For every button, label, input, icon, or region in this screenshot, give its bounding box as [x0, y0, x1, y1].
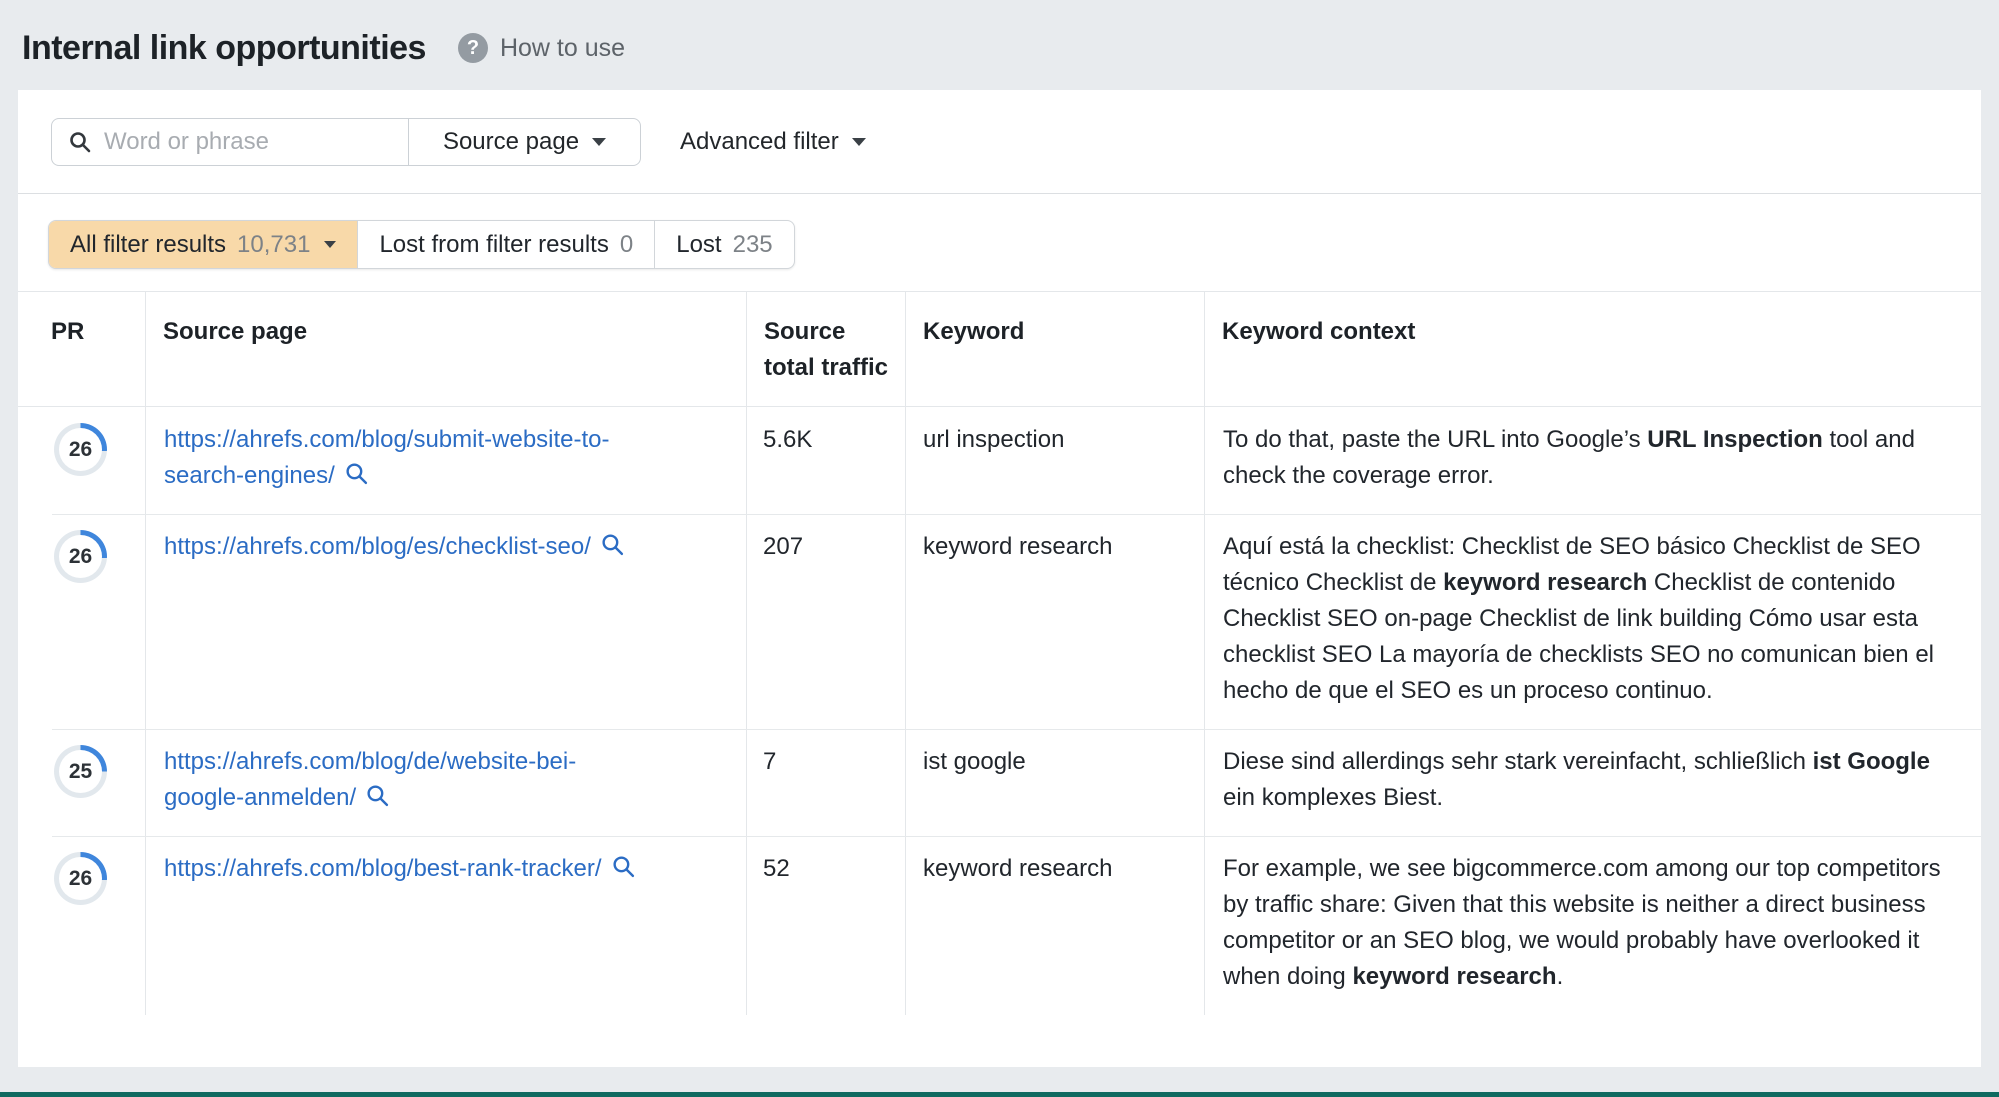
- context-text: For example, we see bigcommerce.com amon…: [1223, 855, 1941, 990]
- question-circle-icon: ?: [457, 33, 488, 63]
- keyword-value: keyword research: [923, 533, 1113, 560]
- keyword-value: ist google: [923, 748, 1026, 775]
- col-header-source-page: Source page: [145, 292, 746, 406]
- how-to-use-label: How to use: [499, 33, 626, 62]
- context-highlight: URL Inspection: [1647, 426, 1823, 453]
- col-header-keyword: Keyword: [905, 292, 1204, 406]
- table-body: 26 https://ahrefs.com/blog/submit-websit…: [18, 407, 1981, 1015]
- source-page-cell: https://ahrefs.com/blog/es/checklist-seo…: [145, 514, 746, 729]
- caret-down-icon: [324, 241, 337, 248]
- col-header-source-total-traffic: Source total traffic: [746, 292, 905, 406]
- context-text: .: [1556, 963, 1564, 990]
- caret-down-icon: [851, 137, 866, 146]
- keyword-context-cell: Aquí está la checklist: Checklist de SEO…: [1204, 514, 1981, 729]
- tab-count: 0: [619, 230, 634, 258]
- advanced-filter-button[interactable]: Advanced filter: [680, 128, 866, 156]
- source-page-link[interactable]: https://ahrefs.com/blog/submit-website-t…: [164, 426, 610, 489]
- results-panel: All filter results 10,731 Lost from filt…: [18, 194, 1981, 1067]
- caret-down-icon: [592, 137, 607, 146]
- keyword-cell: keyword research: [905, 836, 1204, 1015]
- tab-count: 10,731: [237, 230, 311, 258]
- keyword-context-cell: For example, we see bigcommerce.com amon…: [1204, 836, 1981, 1015]
- pr-score-ring: 26: [54, 852, 107, 905]
- source-total-traffic-cell: 52: [746, 836, 905, 1015]
- inspect-page-icon[interactable]: [600, 532, 625, 557]
- pr-cell: 25: [18, 729, 145, 836]
- source-page-link[interactable]: https://ahrefs.com/blog/es/checklist-seo…: [164, 533, 591, 560]
- table-header-row: PR Source page Source total traffic Keyw…: [18, 291, 1981, 407]
- tab-label: Lost from filter results: [379, 230, 609, 258]
- keyword-cell: keyword research: [905, 514, 1204, 729]
- inspect-page-icon[interactable]: [365, 783, 390, 808]
- pr-cell: 26: [18, 836, 145, 1015]
- keyword-cell: ist google: [905, 729, 1204, 836]
- context-highlight: keyword research: [1443, 569, 1648, 596]
- context-highlight: ist Google: [1812, 748, 1930, 775]
- search-box: [52, 119, 408, 165]
- pr-cell: 26: [18, 514, 145, 729]
- source-total-traffic-cell: 5.6K: [746, 407, 905, 514]
- source-total-traffic-cell: 7: [746, 729, 905, 836]
- inspect-page-icon[interactable]: [611, 854, 636, 879]
- scope-selected-value: Source page: [442, 127, 580, 155]
- context-text: Diese sind allerdings sehr stark vereinf…: [1223, 748, 1813, 775]
- traffic-value: 7: [763, 748, 777, 775]
- result-tab-group: All filter results 10,731 Lost from filt…: [48, 220, 795, 269]
- tab-all-filter-results[interactable]: All filter results 10,731: [49, 221, 358, 268]
- pr-score-value: 26: [59, 857, 102, 900]
- source-page-cell: https://ahrefs.com/blog/submit-website-t…: [145, 407, 746, 514]
- magnifier-icon: [70, 131, 91, 152]
- table-row: 26 https://ahrefs.com/blog/submit-websit…: [18, 407, 1981, 514]
- traffic-value: 5.6K: [763, 426, 813, 453]
- table-row: 26 https://ahrefs.com/blog/best-rank-tra…: [18, 836, 1981, 1015]
- tab-lost-from-filter-results[interactable]: Lost from filter results 0: [357, 221, 654, 268]
- col-header-pr: PR: [51, 318, 85, 345]
- keyword-context-cell: Diese sind allerdings sehr stark vereinf…: [1204, 729, 1981, 836]
- tab-label: All filter results: [70, 230, 227, 258]
- traffic-value: 207: [763, 533, 804, 560]
- search-input[interactable]: [104, 127, 384, 156]
- page-header: Internal link opportunities ? How to use: [0, 0, 1999, 90]
- pr-score-value: 25: [59, 750, 102, 793]
- pr-score-value: 26: [59, 535, 102, 578]
- tab-count: 235: [732, 230, 773, 258]
- search-combo: Source page: [51, 117, 641, 166]
- filter-panel: Source page Advanced filter: [18, 90, 1981, 194]
- keyword-cell: url inspection: [905, 407, 1204, 514]
- context-highlight: keyword research: [1352, 963, 1557, 990]
- traffic-value: 52: [763, 855, 790, 882]
- bottom-edge-strip: [0, 1092, 1999, 1097]
- how-to-use-link[interactable]: ? How to use: [457, 33, 626, 63]
- source-page-link[interactable]: https://ahrefs.com/blog/best-rank-tracke…: [164, 855, 602, 882]
- scope-selector[interactable]: Source page: [408, 118, 640, 165]
- pr-score-ring: 26: [54, 530, 107, 583]
- tab-label: Lost: [676, 230, 722, 258]
- source-page-cell: https://ahrefs.com/blog/de/website-bei-g…: [145, 729, 746, 836]
- advanced-filter-label: Advanced filter: [680, 127, 839, 155]
- source-page-cell: https://ahrefs.com/blog/best-rank-tracke…: [145, 836, 746, 1015]
- keyword-value: url inspection: [923, 426, 1065, 453]
- tab-lost[interactable]: Lost 235: [654, 221, 793, 268]
- table-row: 26 https://ahrefs.com/blog/es/checklist-…: [18, 514, 1981, 729]
- opportunities-table: PR Source page Source total traffic Keyw…: [18, 291, 1981, 1015]
- keyword-value: keyword research: [923, 855, 1113, 882]
- inspect-page-icon[interactable]: [344, 461, 369, 486]
- pr-score-ring: 26: [54, 423, 107, 476]
- pr-score-value: 26: [59, 428, 102, 471]
- table-row: 25 https://ahrefs.com/blog/de/website-be…: [18, 729, 1981, 836]
- page-title: Internal link opportunities: [22, 28, 426, 67]
- source-total-traffic-cell: 207: [746, 514, 905, 729]
- keyword-context-cell: To do that, paste the URL into Google’s …: [1204, 407, 1981, 514]
- col-header-keyword-context: Keyword context: [1204, 292, 1981, 406]
- pr-score-ring: 25: [54, 745, 107, 798]
- context-text: To do that, paste the URL into Google’s: [1223, 426, 1648, 453]
- pr-cell: 26: [18, 407, 145, 514]
- context-text: ein komplexes Biest.: [1223, 784, 1444, 811]
